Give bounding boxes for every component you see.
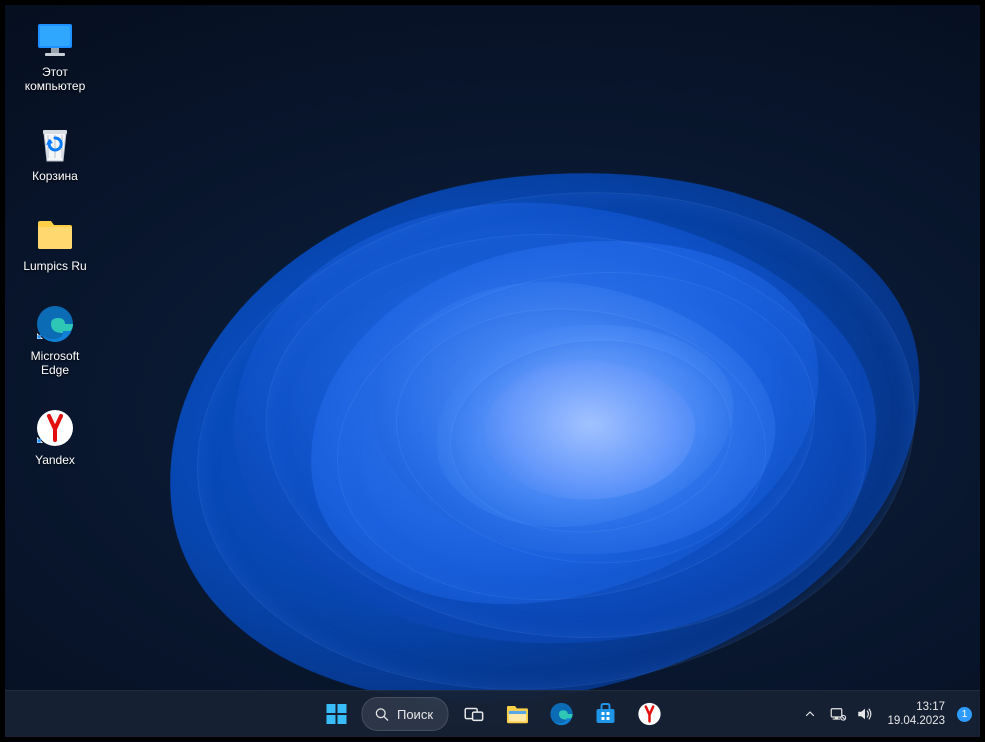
task-view-button[interactable]: [454, 695, 492, 733]
folder-icon: [34, 213, 76, 255]
desktop-icons: Этот компьютер Корзина Lu: [12, 19, 98, 467]
desktop-icon-yandex[interactable]: Yandex: [12, 407, 98, 467]
network-icon: [829, 705, 847, 723]
wallpaper-bloom: [135, 115, 965, 705]
speaker-icon: [856, 705, 874, 723]
edge-icon: [34, 303, 76, 345]
desktop-icon-this-pc[interactable]: Этот компьютер: [12, 19, 98, 93]
yandex-icon: [636, 701, 662, 727]
desktop-icon-label: Lumpics Ru: [23, 259, 86, 273]
search-button[interactable]: Поиск: [361, 697, 448, 731]
start-button[interactable]: [317, 695, 355, 733]
tray-time: 13:17: [916, 700, 945, 714]
network-button[interactable]: [827, 695, 849, 733]
taskbar-center: Поиск: [317, 691, 668, 737]
desktop-icon-edge[interactable]: Microsoft Edge: [12, 303, 98, 377]
store-icon: [593, 702, 617, 726]
monitor-icon: [34, 19, 76, 61]
desktop-icon-label: Microsoft Edge: [31, 349, 80, 377]
yandex-icon: [34, 407, 76, 449]
edge-icon: [548, 701, 574, 727]
search-label: Поиск: [397, 707, 433, 722]
notification-count: 1: [962, 709, 968, 720]
folder-icon: [504, 701, 530, 727]
desktop[interactable]: { "desktop_icons": [ {"id":"this-pc","la…: [5, 5, 980, 737]
file-explorer-button[interactable]: [498, 695, 536, 733]
system-tray: 13:17 19.04.2023 1: [797, 691, 972, 737]
windows-logo-icon: [324, 702, 348, 726]
task-view-icon: [462, 703, 484, 725]
clock-button[interactable]: 13:17 19.04.2023: [881, 700, 951, 728]
taskbar: Поиск: [5, 690, 980, 737]
desktop-icon-label: Этот компьютер: [25, 65, 86, 93]
notifications-button[interactable]: 1: [957, 707, 972, 722]
desktop-icon-recycle-bin[interactable]: Корзина: [12, 123, 98, 183]
chevron-up-icon: [804, 708, 816, 720]
desktop-icon-lumpics-folder[interactable]: Lumpics Ru: [12, 213, 98, 273]
volume-button[interactable]: [853, 695, 877, 733]
search-icon: [374, 707, 389, 722]
desktop-icon-label: Корзина: [32, 169, 78, 183]
edge-button[interactable]: [542, 695, 580, 733]
tray-overflow-button[interactable]: [797, 695, 823, 733]
recycle-bin-icon: [34, 123, 76, 165]
yandex-button[interactable]: [630, 695, 668, 733]
tray-date: 19.04.2023: [887, 714, 945, 728]
desktop-icon-label: Yandex: [35, 453, 75, 467]
microsoft-store-button[interactable]: [586, 695, 624, 733]
